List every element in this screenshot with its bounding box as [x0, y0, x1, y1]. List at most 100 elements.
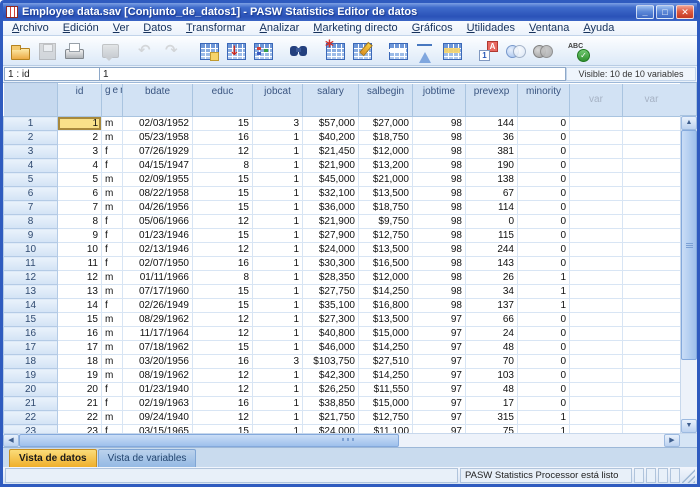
- row-header-22[interactable]: 22: [4, 411, 58, 425]
- cell-6-bdate[interactable]: 08/22/1958: [123, 187, 193, 201]
- cell-5-prevexp[interactable]: 138: [466, 173, 518, 187]
- cell-13-jobtime[interactable]: 98: [413, 285, 466, 299]
- cell-8-id[interactable]: 8: [58, 215, 102, 229]
- row-header-21[interactable]: 21: [4, 397, 58, 411]
- cell-9-prevexp[interactable]: 115: [466, 229, 518, 243]
- cell-12-jobtime[interactable]: 98: [413, 271, 466, 285]
- cell-23-gender[interactable]: f: [102, 425, 123, 434]
- cell-10-var1[interactable]: [570, 243, 623, 257]
- selected-cell[interactable]: 1: [58, 117, 102, 131]
- cell-7-var1[interactable]: [570, 201, 623, 215]
- row-header-5[interactable]: 5: [4, 173, 58, 187]
- open-file-button[interactable]: [7, 38, 33, 64]
- pane-splitter-handle[interactable]: [342, 438, 356, 441]
- column-header-jobtime[interactable]: jobtime: [413, 84, 466, 117]
- cell-22-prevexp[interactable]: 315: [466, 411, 518, 425]
- cell-5-salary[interactable]: $45,000: [303, 173, 359, 187]
- cell-22-salbegin[interactable]: $12,750: [359, 411, 413, 425]
- cell-5-gender[interactable]: m: [102, 173, 123, 187]
- row-header-8[interactable]: 8: [4, 215, 58, 229]
- cell-23-var1[interactable]: [570, 425, 623, 434]
- cell-9-educ[interactable]: 15: [193, 229, 253, 243]
- cell-11-prevexp[interactable]: 143: [466, 257, 518, 271]
- row-header-11[interactable]: 11: [4, 257, 58, 271]
- column-header-var2[interactable]: var: [623, 84, 681, 117]
- cell-22-educ[interactable]: 12: [193, 411, 253, 425]
- cell-15-var2[interactable]: [623, 313, 681, 327]
- cell-14-var2[interactable]: [623, 299, 681, 313]
- cell-17-gender[interactable]: m: [102, 341, 123, 355]
- cell-3-jobcat[interactable]: 1: [253, 145, 303, 159]
- cell-14-jobcat[interactable]: 1: [253, 299, 303, 313]
- cell-22-gender[interactable]: m: [102, 411, 123, 425]
- cell-10-salary[interactable]: $24,000: [303, 243, 359, 257]
- cell-19-salbegin[interactable]: $14,250: [359, 369, 413, 383]
- cell-10-jobtime[interactable]: 98: [413, 243, 466, 257]
- cell-14-educ[interactable]: 15: [193, 299, 253, 313]
- cell-7-salbegin[interactable]: $18,750: [359, 201, 413, 215]
- find-button[interactable]: [286, 38, 312, 64]
- cell-3-id[interactable]: 3: [58, 145, 102, 159]
- cell-6-educ[interactable]: 15: [193, 187, 253, 201]
- cell-8-educ[interactable]: 12: [193, 215, 253, 229]
- cell-22-salary[interactable]: $21,750: [303, 411, 359, 425]
- menu-item-analizar[interactable]: Analizar: [253, 21, 307, 35]
- cell-10-id[interactable]: 10: [58, 243, 102, 257]
- cell-23-minority[interactable]: 1: [518, 425, 570, 434]
- cell-2-salbegin[interactable]: $18,750: [359, 131, 413, 145]
- cell-10-jobcat[interactable]: 1: [253, 243, 303, 257]
- cell-16-gender[interactable]: m: [102, 327, 123, 341]
- menu-item-ventana[interactable]: Ventana: [522, 21, 576, 35]
- cell-9-jobtime[interactable]: 98: [413, 229, 466, 243]
- cell-12-var2[interactable]: [623, 271, 681, 285]
- cell-12-jobcat[interactable]: 1: [253, 271, 303, 285]
- cell-12-id[interactable]: 12: [58, 271, 102, 285]
- menu-item-ayuda[interactable]: Ayuda: [576, 21, 621, 35]
- cell-5-jobtime[interactable]: 98: [413, 173, 466, 187]
- cell-21-gender[interactable]: f: [102, 397, 123, 411]
- cell-23-id[interactable]: 23: [58, 425, 102, 434]
- cell-7-jobcat[interactable]: 1: [253, 201, 303, 215]
- cell-14-bdate[interactable]: 02/26/1949: [123, 299, 193, 313]
- cell-6-salbegin[interactable]: $13,500: [359, 187, 413, 201]
- cell-23-salary[interactable]: $24,000: [303, 425, 359, 434]
- row-header-6[interactable]: 6: [4, 187, 58, 201]
- cell-4-jobcat[interactable]: 1: [253, 159, 303, 173]
- row-header-20[interactable]: 20: [4, 383, 58, 397]
- cell-18-var1[interactable]: [570, 355, 623, 369]
- cell-4-salary[interactable]: $21,900: [303, 159, 359, 173]
- cell-19-jobtime[interactable]: 97: [413, 369, 466, 383]
- cell-13-gender[interactable]: m: [102, 285, 123, 299]
- column-header-salbegin[interactable]: salbegin: [359, 84, 413, 117]
- cell-10-var2[interactable]: [623, 243, 681, 257]
- scroll-up-icon[interactable]: ▲: [681, 116, 697, 130]
- scroll-down-icon[interactable]: ▼: [681, 419, 697, 433]
- cell-11-jobtime[interactable]: 98: [413, 257, 466, 271]
- cell-22-minority[interactable]: 1: [518, 411, 570, 425]
- cell-11-jobcat[interactable]: 1: [253, 257, 303, 271]
- cell-13-bdate[interactable]: 07/17/1960: [123, 285, 193, 299]
- cell-20-jobcat[interactable]: 1: [253, 383, 303, 397]
- cell-18-jobtime[interactable]: 97: [413, 355, 466, 369]
- cell-21-prevexp[interactable]: 17: [466, 397, 518, 411]
- cell-11-minority[interactable]: 0: [518, 257, 570, 271]
- cell-7-prevexp[interactable]: 114: [466, 201, 518, 215]
- cell-19-jobcat[interactable]: 1: [253, 369, 303, 383]
- cell-19-var2[interactable]: [623, 369, 681, 383]
- menu-item-marketing-directo[interactable]: Marketing directo: [306, 21, 404, 35]
- cell-16-jobtime[interactable]: 97: [413, 327, 466, 341]
- cell-5-bdate[interactable]: 02/09/1955: [123, 173, 193, 187]
- cell-editor[interactable]: 1: [100, 67, 566, 81]
- cell-7-gender[interactable]: m: [102, 201, 123, 215]
- cell-13-jobcat[interactable]: 1: [253, 285, 303, 299]
- cell-12-bdate[interactable]: 01/11/1966: [123, 271, 193, 285]
- cell-20-educ[interactable]: 12: [193, 383, 253, 397]
- cell-20-bdate[interactable]: 01/23/1940: [123, 383, 193, 397]
- cell-15-var1[interactable]: [570, 313, 623, 327]
- column-header-minority[interactable]: minority: [518, 84, 570, 117]
- cell-22-jobcat[interactable]: 1: [253, 411, 303, 425]
- menu-item-utilidades[interactable]: Utilidades: [460, 21, 522, 35]
- cell-1-jobtime[interactable]: 98: [413, 117, 466, 131]
- cell-4-gender[interactable]: f: [102, 159, 123, 173]
- cell-8-var2[interactable]: [623, 215, 681, 229]
